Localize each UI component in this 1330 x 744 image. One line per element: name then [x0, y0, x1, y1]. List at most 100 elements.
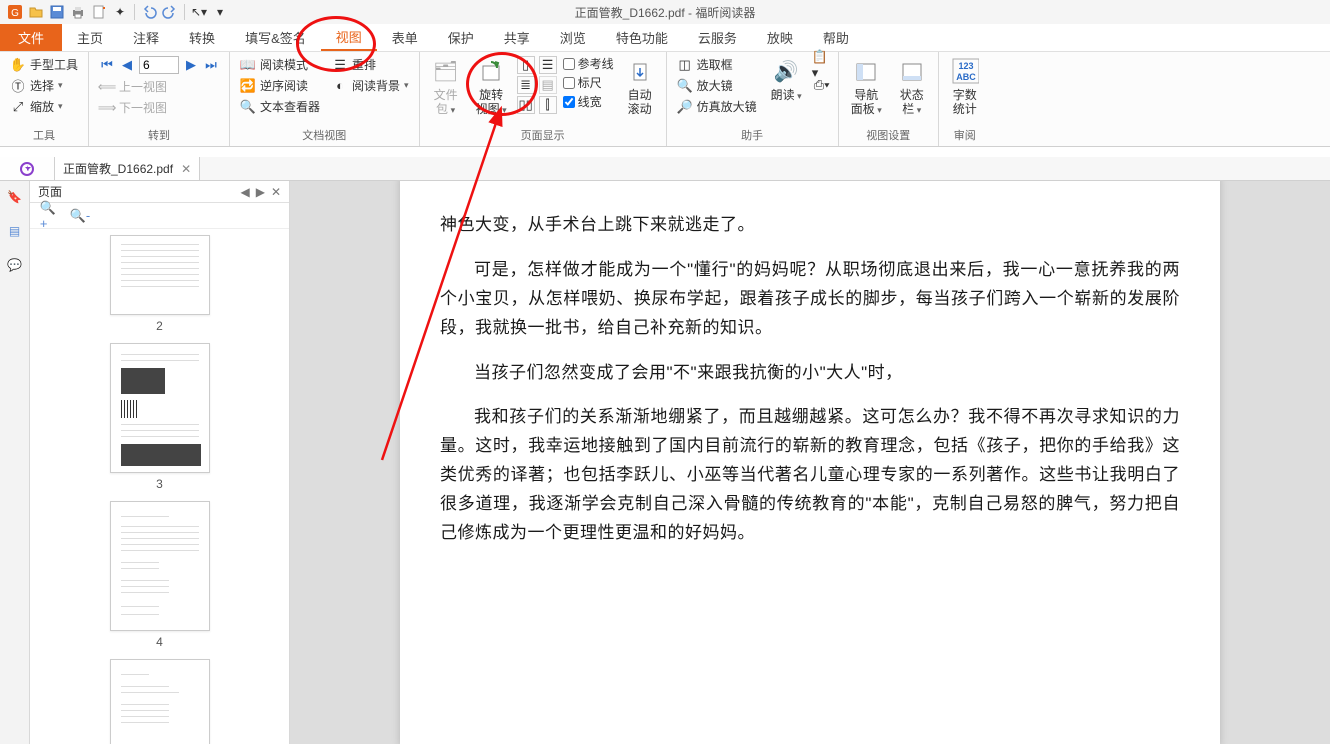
redo-icon[interactable] — [161, 3, 179, 21]
group-label-viewset: 视图设置 — [845, 125, 932, 146]
tab-file[interactable]: 文件 — [0, 24, 62, 51]
file-package-icon: 🗂 — [432, 58, 460, 86]
qat-more-icon[interactable]: ▾ — [211, 3, 229, 21]
tab-share[interactable]: 共享 — [489, 24, 545, 51]
panel-collapse-right-icon[interactable]: ▶ — [256, 185, 265, 199]
undo-icon[interactable] — [140, 3, 158, 21]
document-view[interactable]: 神色大变，从手术台上跳下来就逃走了。 可是，怎样做才能成为一个"懂行"的妈妈呢？… — [290, 181, 1330, 744]
group-label-goto: 转到 — [95, 125, 223, 146]
assist-opt-icon[interactable]: 📋▾ — [812, 56, 832, 74]
status-bar-icon — [898, 58, 926, 86]
simulated-magnifier-button[interactable]: 🔎仿真放大镜 — [673, 96, 761, 117]
prev-page-icon[interactable]: ◀ — [119, 57, 135, 73]
star-icon[interactable]: ✦ — [111, 3, 129, 21]
tab-browse[interactable]: 浏览 — [545, 24, 601, 51]
thumbnail-item[interactable]: 3 — [30, 343, 289, 491]
magnifier-icon: 🔍 — [677, 78, 693, 94]
reflow-button[interactable]: ☰重排 — [328, 54, 413, 75]
reverse-read-icon: 🔁 — [240, 78, 256, 94]
tab-special[interactable]: 特色功能 — [601, 24, 683, 51]
ribbon-group-review: 123ABC 字数统计 审阅 — [939, 52, 991, 146]
status-bar-button[interactable]: 状态栏 — [892, 54, 932, 121]
tab-help[interactable]: 帮助 — [808, 24, 864, 51]
continuous-icon[interactable]: ≣ — [517, 76, 535, 94]
text-viewer-icon: 🔍 — [240, 99, 256, 115]
tab-cloud[interactable]: 云服务 — [683, 24, 752, 51]
paragraph: 可是，怎样做才能成为一个"懂行"的妈妈呢？从职场彻底退出来后，我一心一意抚养我的… — [440, 256, 1180, 343]
paragraph: 当孩子们忽然变成了会用"不"来跟我抗衡的小"大人"时， — [440, 359, 1180, 388]
prev-view-button[interactable]: ⟸上一视图 — [95, 76, 223, 97]
separate-cover-icon[interactable]: ▤ — [539, 76, 557, 94]
pointer-icon[interactable]: ↖▾ — [190, 3, 208, 21]
print-icon[interactable] — [69, 3, 87, 21]
thumbnail-list[interactable]: 2 3 4 — [30, 229, 289, 744]
comments-icon[interactable]: 💬 — [5, 255, 25, 275]
tab-protect[interactable]: 保护 — [433, 24, 489, 51]
rotate-view-button[interactable]: 旋转视图 — [470, 54, 513, 121]
ribbon: ✋手型工具 Ⓣ选择▾ ⤢缩放▾ 工具 ⏮ ◀ ▶ ⏭ ⟸上一视图 ⟹下一视图 转… — [0, 52, 1330, 147]
thumbnail-page-number: 2 — [156, 319, 163, 333]
tab-form[interactable]: 表单 — [377, 24, 433, 51]
assist-opt2-icon[interactable]: ⎙▾ — [812, 76, 832, 94]
start-tab[interactable] — [0, 157, 55, 180]
ribbon-group-docview: 📖阅读模式 🔁逆序阅读 🔍文本查看器 ☰重排 ◐阅读背景▾ 文档视图 — [230, 52, 420, 146]
ruler-checkbox[interactable]: 标尺 — [561, 73, 616, 92]
line-width-checkbox[interactable]: 线宽 — [561, 92, 616, 111]
new-icon[interactable] — [90, 3, 108, 21]
bookmarks-icon[interactable]: 🔖 — [5, 187, 25, 207]
tab-fillsign[interactable]: 填写&签名 — [230, 24, 321, 51]
zoom-out-thumb-icon[interactable]: 🔍- — [72, 208, 88, 224]
thumbnail-item[interactable] — [30, 659, 289, 744]
file-package-button[interactable]: 🗂 文件包 — [426, 54, 466, 121]
next-page-icon[interactable]: ▶ — [183, 57, 199, 73]
zoom-button[interactable]: ⤢缩放▾ — [6, 96, 82, 117]
thumbnail-item[interactable]: 4 — [30, 501, 289, 649]
panel-close-icon[interactable]: ✕ — [271, 185, 281, 199]
group-label-review: 审阅 — [945, 125, 985, 146]
hand-tool-button[interactable]: ✋手型工具 — [6, 54, 82, 75]
document-tab[interactable]: 正面管教_D1662.pdf ✕ — [55, 157, 200, 180]
next-view-icon: ⟹ — [99, 100, 115, 116]
select-button[interactable]: Ⓣ选择▾ — [6, 75, 82, 96]
single-page-icon[interactable]: ▯ — [517, 56, 535, 74]
read-mode-button[interactable]: 📖阅读模式 — [236, 54, 324, 75]
svg-text:123: 123 — [958, 61, 973, 71]
read-bg-button[interactable]: ◐阅读背景▾ — [328, 75, 413, 96]
tab-home[interactable]: 主页 — [62, 24, 118, 51]
nav-panel-button[interactable]: 导航面板 — [845, 54, 888, 121]
word-count-button[interactable]: 123ABC 字数统计 — [945, 54, 985, 121]
open-icon[interactable] — [27, 3, 45, 21]
autoscroll-button[interactable]: 自动滚动 — [620, 54, 660, 121]
marquee-button[interactable]: ◫选取框 — [673, 54, 761, 75]
last-page-icon[interactable]: ⏭ — [203, 57, 219, 73]
tab-annotate[interactable]: 注释 — [118, 24, 174, 51]
thumbnail-item[interactable]: 2 — [30, 235, 289, 333]
pdf-page: 神色大变，从手术台上跳下来就逃走了。 可是，怎样做才能成为一个"懂行"的妈妈呢？… — [400, 181, 1220, 744]
zoom-in-thumb-icon[interactable]: 🔍+ — [40, 208, 56, 224]
page-number-input[interactable] — [139, 56, 179, 74]
first-page-icon[interactable]: ⏮ — [99, 57, 115, 73]
close-tab-icon[interactable]: ✕ — [181, 162, 191, 176]
magnifier-button[interactable]: 🔍放大镜 — [673, 75, 761, 96]
next-view-button[interactable]: ⟹下一视图 — [95, 97, 223, 118]
pages-icon[interactable]: ▤ — [5, 221, 25, 241]
tab-convert[interactable]: 转换 — [174, 24, 230, 51]
two-page-icon[interactable]: ▯▯ — [517, 96, 535, 114]
paragraph: 我和孩子们的关系渐渐地绷紧了，而且越绷越紧。这可怎么办？我不得不再次寻求知识的力… — [440, 403, 1180, 547]
tab-view[interactable]: 视图 — [321, 24, 377, 51]
save-icon[interactable] — [48, 3, 66, 21]
read-aloud-button[interactable]: 🔊 朗读 — [765, 54, 808, 106]
quick-access-toolbar: G ✦ ↖▾ ▾ — [0, 0, 1330, 24]
panel-collapse-left-icon[interactable]: ◀ — [240, 185, 249, 199]
group-label-assistant: 助手 — [673, 125, 832, 146]
split-icon[interactable]: ⫿ — [539, 96, 557, 114]
guide-line-checkbox[interactable]: 参考线 — [561, 54, 616, 73]
tab-show[interactable]: 放映 — [752, 24, 808, 51]
ribbon-group-goto: ⏮ ◀ ▶ ⏭ ⟸上一视图 ⟹下一视图 转到 — [89, 52, 230, 146]
prev-view-icon: ⟸ — [99, 79, 115, 95]
autoscroll-icon — [626, 58, 654, 86]
text-viewer-button[interactable]: 🔍文本查看器 — [236, 96, 324, 117]
reverse-read-button[interactable]: 🔁逆序阅读 — [236, 75, 324, 96]
nav-panel-icon — [852, 58, 880, 86]
facing-icon[interactable]: ☰ — [539, 56, 557, 74]
